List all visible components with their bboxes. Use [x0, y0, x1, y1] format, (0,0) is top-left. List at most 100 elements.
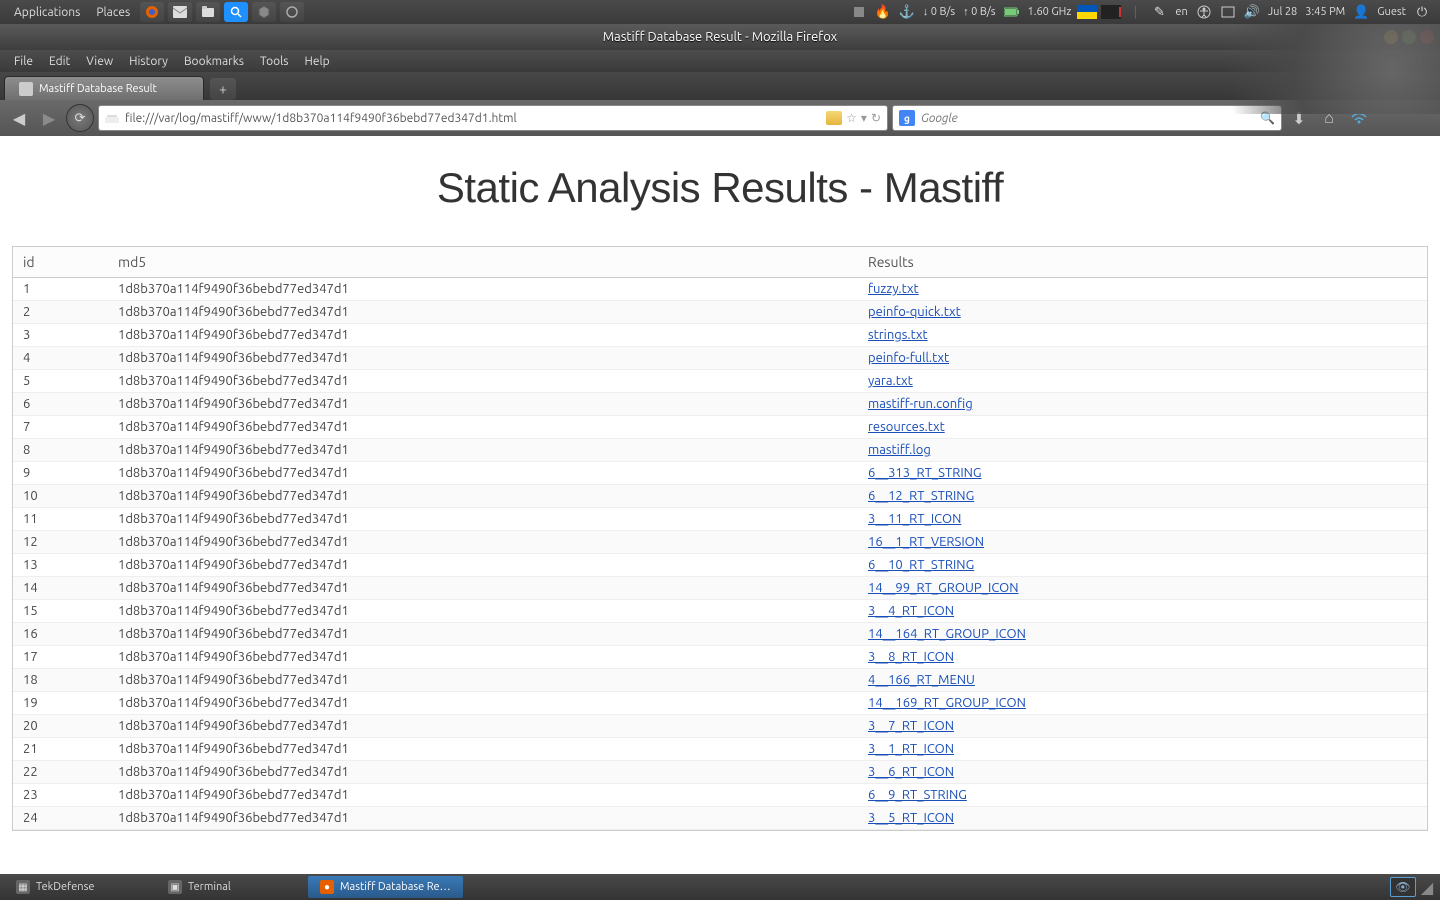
search-input[interactable]: [921, 112, 1254, 125]
result-link[interactable]: mastiff.log: [868, 443, 931, 457]
url-bar[interactable]: ☆ ▾ ↻: [98, 105, 888, 131]
google-icon[interactable]: g: [899, 110, 915, 126]
taskbar-item-tekdefense[interactable]: ▦ TekDefense: [4, 876, 154, 898]
power-icon[interactable]: ⏻: [1412, 2, 1432, 22]
wifi-button[interactable]: [1346, 105, 1372, 131]
forward-button[interactable]: ▶: [36, 105, 62, 131]
site-identity-icon[interactable]: [105, 111, 119, 125]
result-link[interactable]: peinfo-quick.txt: [868, 305, 961, 319]
home-button[interactable]: ⌂: [1316, 105, 1342, 131]
gnome-places-menu[interactable]: Places: [88, 6, 138, 19]
cell-md5: 1d8b370a114f9490f36bebd77ed347d1: [108, 485, 858, 508]
firefox-launcher-icon[interactable]: [140, 2, 164, 22]
separator-icon: |: [1125, 2, 1145, 22]
result-link[interactable]: peinfo-full.txt: [868, 351, 949, 365]
tray-indicator-icon[interactable]: [849, 2, 869, 22]
date-label[interactable]: Jul 28: [1264, 6, 1302, 18]
volume-icon[interactable]: 🔊: [1242, 2, 1262, 22]
table-row: 21d8b370a114f9490f36bebd77ed347d1peinfo-…: [13, 301, 1427, 324]
result-link[interactable]: 6__313_RT_STRING: [868, 466, 982, 480]
result-link[interactable]: 14__164_RT_GROUP_ICON: [868, 627, 1026, 641]
anchor-icon[interactable]: ⚓: [897, 2, 917, 22]
maximize-button[interactable]: [1402, 30, 1416, 44]
cell-id: 13: [13, 554, 108, 577]
ukraine-flag-icon[interactable]: [1077, 2, 1097, 22]
cell-id: 6: [13, 393, 108, 416]
go-arrow-icon[interactable]: ↻: [871, 111, 881, 125]
result-link[interactable]: strings.txt: [868, 328, 928, 342]
cell-md5: 1d8b370a114f9490f36bebd77ed347d1: [108, 577, 858, 600]
menu-file[interactable]: File: [6, 55, 41, 68]
table-row: 51d8b370a114f9490f36bebd77ed347d1yara.tx…: [13, 370, 1427, 393]
search-go-icon[interactable]: 🔍: [1260, 111, 1275, 125]
table-row: 31d8b370a114f9490f36bebd77ed347d1strings…: [13, 324, 1427, 347]
browser-tab[interactable]: Mastiff Database Result: [4, 76, 204, 100]
mail-launcher-icon[interactable]: [168, 2, 192, 22]
result-link[interactable]: 6__10_RT_STRING: [868, 558, 974, 572]
search-bar[interactable]: g 🔍: [892, 105, 1282, 131]
cell-result: 14__169_RT_GROUP_ICON: [858, 692, 1427, 715]
user-icon[interactable]: 👤: [1351, 2, 1371, 22]
result-link[interactable]: 6__12_RT_STRING: [868, 489, 974, 503]
result-link[interactable]: 3__1_RT_ICON: [868, 742, 954, 756]
taskbar-item-firefox[interactable]: ● Mastiff Database Re…: [308, 876, 463, 898]
graph-indicator-icon[interactable]: [1101, 2, 1121, 22]
user-label[interactable]: Guest: [1373, 6, 1410, 18]
firefox-menubar: File Edit View History Bookmarks Tools H…: [0, 50, 1440, 72]
flame-icon[interactable]: 🔥: [873, 2, 893, 22]
app-launcher-icon[interactable]: [280, 2, 304, 22]
minimize-button[interactable]: [1384, 30, 1398, 44]
result-link[interactable]: fuzzy.txt: [868, 282, 919, 296]
th-results: Results: [858, 247, 1427, 278]
menu-history[interactable]: History: [121, 55, 176, 68]
firefox-navbar: ◀ ▶ ⟳ ☆ ▾ ↻ g 🔍 ⬇ ⌂: [0, 100, 1440, 136]
search-launcher-icon[interactable]: [224, 2, 248, 22]
result-link[interactable]: resources.txt: [868, 420, 945, 434]
result-link[interactable]: 4__166_RT_MENU: [868, 673, 975, 687]
bookmark-star-icon[interactable]: ☆: [846, 111, 857, 125]
cell-result: mastiff.log: [858, 439, 1427, 462]
virtualbox-launcher-icon[interactable]: [252, 2, 276, 22]
result-link[interactable]: 14__99_RT_GROUP_ICON: [868, 581, 1019, 595]
menu-help[interactable]: Help: [297, 55, 338, 68]
cell-md5: 1d8b370a114f9490f36bebd77ed347d1: [108, 347, 858, 370]
result-link[interactable]: 3__7_RT_ICON: [868, 719, 954, 733]
tray-eye-icon[interactable]: 👁: [1390, 877, 1416, 897]
battery-icon[interactable]: [1002, 2, 1022, 22]
menu-edit[interactable]: Edit: [41, 55, 78, 68]
menu-tools[interactable]: Tools: [252, 55, 297, 68]
url-input[interactable]: [125, 112, 820, 125]
reload-button[interactable]: ⟳: [66, 104, 94, 132]
result-link[interactable]: 16__1_RT_VERSION: [868, 535, 984, 549]
result-link[interactable]: 14__169_RT_GROUP_ICON: [868, 696, 1026, 710]
tab-label: Mastiff Database Result: [39, 83, 157, 95]
show-desktop-icon[interactable]: ◢: [1418, 878, 1436, 896]
downloads-button[interactable]: ⬇: [1286, 105, 1312, 131]
result-link[interactable]: 3__4_RT_ICON: [868, 604, 954, 618]
menu-view[interactable]: View: [78, 55, 121, 68]
dropdown-icon[interactable]: ▾: [861, 111, 867, 125]
time-label[interactable]: 3:45 PM: [1301, 6, 1349, 18]
result-link[interactable]: 3__5_RT_ICON: [868, 811, 954, 825]
menu-bookmarks[interactable]: Bookmarks: [176, 55, 252, 68]
taskbar-item-terminal[interactable]: ▣ Terminal: [156, 876, 306, 898]
lang-indicator[interactable]: en: [1171, 6, 1191, 18]
back-button[interactable]: ◀: [6, 105, 32, 131]
result-link[interactable]: 3__6_RT_ICON: [868, 765, 954, 779]
result-link[interactable]: mastiff-run.config: [868, 397, 973, 411]
new-tab-button[interactable]: +: [210, 78, 236, 100]
accessibility-icon[interactable]: [1194, 2, 1214, 22]
result-link[interactable]: 6__9_RT_STRING: [868, 788, 967, 802]
result-link[interactable]: 3__8_RT_ICON: [868, 650, 954, 664]
result-link[interactable]: 3__11_RT_ICON: [868, 512, 961, 526]
close-button[interactable]: [1420, 30, 1434, 44]
bookmark-folder-icon[interactable]: [826, 111, 842, 125]
page-viewport[interactable]: Static Analysis Results - Mastiff id md5…: [0, 136, 1440, 860]
pen-tray-icon[interactable]: ✎: [1149, 2, 1169, 22]
cell-result: strings.txt: [858, 324, 1427, 347]
box-tray-icon[interactable]: [1218, 2, 1238, 22]
result-link[interactable]: yara.txt: [868, 374, 913, 388]
gnome-applications-menu[interactable]: Applications: [6, 6, 88, 19]
files-launcher-icon[interactable]: [196, 2, 220, 22]
cell-md5: 1d8b370a114f9490f36bebd77ed347d1: [108, 623, 858, 646]
